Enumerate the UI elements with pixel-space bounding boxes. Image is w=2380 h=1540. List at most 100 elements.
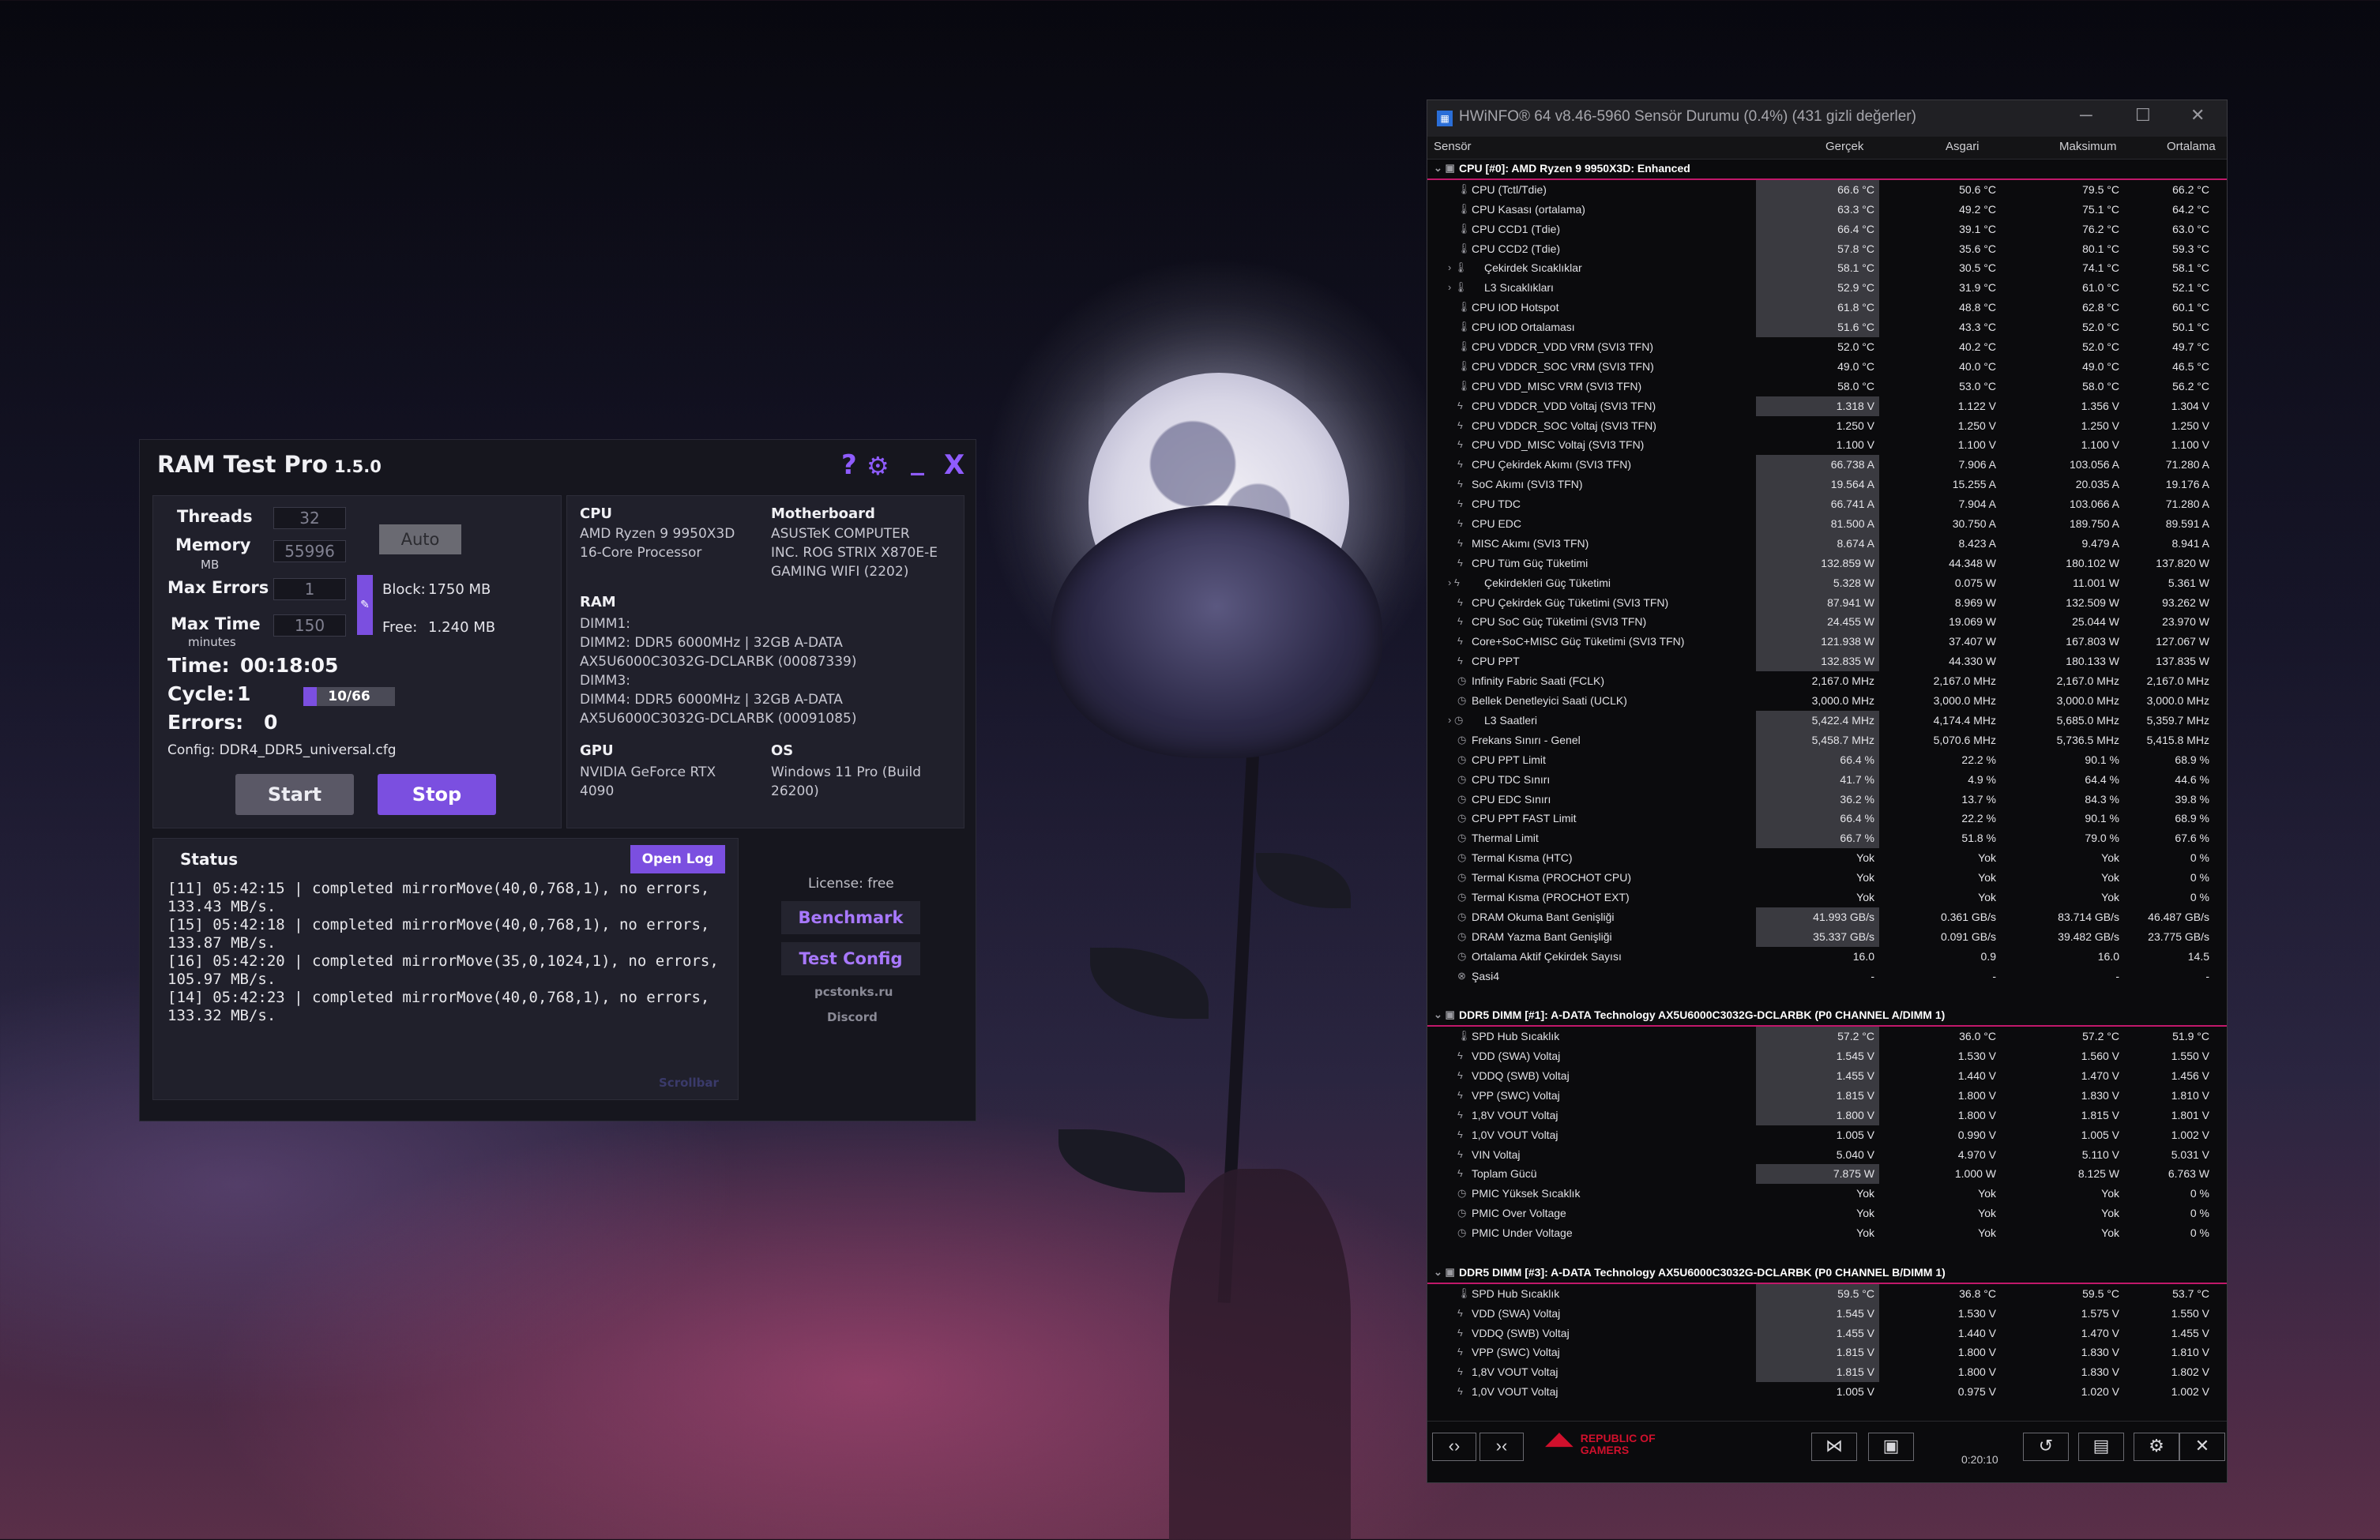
sensor-value-avg: 1.456 V: [2171, 1069, 2209, 1082]
sensor-row[interactable]: ◷ PMIC Under Voltage Yok Yok Yok 0 %: [1427, 1223, 2227, 1243]
chevron-down-icon[interactable]: ⌄ ▣: [1434, 159, 1455, 178]
sensor-row[interactable]: ◷ Bellek Denetleyici Saati (UCLK) 3,000.0 …: [1427, 691, 2227, 711]
sensor-row[interactable]: › 🌡 Çekirdek Sıcaklıklar 58.1 °C 30.5 °C 74.…: [1427, 258, 2227, 279]
threads-input[interactable]: 32: [273, 507, 346, 529]
sensor-row[interactable]: ◷ CPU EDC Sınırı 36.2 % 13.7 % 84.3 % 39.8 %: [1427, 789, 2227, 809]
share-icon[interactable]: ⋈: [1811, 1433, 1857, 1461]
sensor-row[interactable]: ϟ CPU Çekirdek Güç Tüketimi (SVI3 TFN) 87.…: [1427, 592, 2227, 613]
column-min[interactable]: Asgari: [1946, 140, 1980, 153]
sensor-config-icon[interactable]: ▣: [1868, 1433, 1914, 1461]
sensor-row[interactable]: ◷ CPU TDC Sınırı 41.7 % 4.9 % 64.4 % 44.6 %: [1427, 769, 2227, 790]
column-avg[interactable]: Ortalama: [2167, 140, 2216, 153]
sensor-row[interactable]: 🌡 CPU VDDCR_VDD VRM (SVI3 TFN) 52.0 °C 40.2…: [1427, 337, 2227, 357]
sensor-row[interactable]: ϟ CPU EDC 81.500 A 30.750 A 189.750 A 89.591 …: [1427, 514, 2227, 534]
log-file-icon[interactable]: ▤: [2078, 1433, 2124, 1461]
sensor-row[interactable]: 🌡 CPU IOD Ortalaması 51.6 °C 43.3 °C 52.0 °C…: [1427, 317, 2227, 338]
sensor-row[interactable]: ϟ CPU Tüm Güç Tüketimi 132.859 W 44.348 W 18…: [1427, 553, 2227, 573]
stop-button[interactable]: Stop: [378, 774, 496, 815]
start-button[interactable]: Start: [235, 774, 354, 815]
open-log-button[interactable]: Open Log: [630, 845, 725, 873]
minimize-icon[interactable]: ─: [2080, 105, 2092, 126]
sensor-row[interactable]: › ◷ L3 Saatleri 5,422.4 MHz 4,174.4 MHz 5,68…: [1427, 710, 2227, 731]
sensor-row[interactable]: ◷ PMIC Yüksek Sıcaklık Yok Yok Yok 0 %: [1427, 1184, 2227, 1204]
edit-icon[interactable]: ✎: [357, 575, 373, 635]
maximize-icon[interactable]: ☐: [2135, 105, 2151, 126]
sensor-row[interactable]: ◷ PMIC Over Voltage Yok Yok Yok 0 %: [1427, 1204, 2227, 1223]
sensor-row[interactable]: › 🌡 L3 Sıcaklıkları 52.9 °C 31.9 °C 61.0 °C 5…: [1427, 278, 2227, 299]
test-config-button[interactable]: Test Config: [781, 942, 920, 975]
sensor-row[interactable]: ◷ DRAM Okuma Bant Genişliği 41.993 GB/s 0.3…: [1427, 907, 2227, 927]
memory-input[interactable]: 55996: [273, 540, 346, 562]
chevron-down-icon[interactable]: ⌄ ▣: [1434, 1005, 1455, 1025]
nav-right-icon[interactable]: ›‹: [1480, 1433, 1524, 1461]
sensor-row[interactable]: ϟ Core+SoC+MISC Güç Tüketimi (SVI3 TFN) 12…: [1427, 632, 2227, 652]
max-errors-input[interactable]: 1: [273, 578, 346, 600]
sensor-row[interactable]: ◷ CPU PPT FAST Limit 66.4 % 22.2 % 90.1 % 68.…: [1427, 809, 2227, 829]
sensor-row[interactable]: ◷ Infinity Fabric Saati (FCLK) 2,167.0 MHz…: [1427, 671, 2227, 691]
sensor-row[interactable]: ϟ VPP (SWC) Voltaj 1.815 V 1.800 V 1.830 V 1.…: [1427, 1343, 2227, 1363]
sensor-row[interactable]: ◷ CPU PPT Limit 66.4 % 22.2 % 90.1 % 68.9 %: [1427, 749, 2227, 770]
minimize-button[interactable]: _: [911, 445, 924, 476]
close-button[interactable]: X: [944, 449, 964, 481]
sensor-row[interactable]: ϟ VDDQ (SWB) Voltaj 1.455 V 1.440 V 1.470 V 1…: [1427, 1323, 2227, 1343]
sensor-row[interactable]: ϟ SoC Akımı (SVI3 TFN) 19.564 A 15.255 A 20.…: [1427, 475, 2227, 495]
sensor-row[interactable]: ϟ CPU VDDCR_SOC Voltaj (SVI3 TFN) 1.250 V 1…: [1427, 416, 2227, 436]
website-link[interactable]: pcstonks.ru: [814, 985, 893, 999]
sensor-row[interactable]: ϟ CPU TDC 66.741 A 7.904 A 103.066 A 71.280 A: [1427, 494, 2227, 515]
sensor-row[interactable]: 🌡 CPU IOD Hotspot 61.8 °C 48.8 °C 62.8 °C 60.…: [1427, 298, 2227, 318]
sensor-row[interactable]: ϟ CPU VDD_MISC Voltaj (SVI3 TFN) 1.100 V 1.…: [1427, 435, 2227, 455]
discord-link[interactable]: Discord: [827, 1010, 878, 1024]
sensor-row[interactable]: ϟ Toplam Gücü 7.875 W 1.000 W 8.125 W 6.763 W: [1427, 1164, 2227, 1185]
sensor-row[interactable]: ϟ CPU Çekirdek Akımı (SVI3 TFN) 66.738 A 7.…: [1427, 455, 2227, 475]
sensor-row[interactable]: ϟ VDD (SWA) Voltaj 1.545 V 1.530 V 1.575 V 1.…: [1427, 1303, 2227, 1324]
sensor-row[interactable]: ϟ CPU PPT 132.835 W 44.330 W 180.133 W 137.83…: [1427, 652, 2227, 672]
sensor-row[interactable]: ϟ VDDQ (SWB) Voltaj 1.455 V 1.440 V 1.470 V 1…: [1427, 1065, 2227, 1086]
sensor-row[interactable]: ϟ CPU VDDCR_VDD Voltaj (SVI3 TFN) 1.318 V 1…: [1427, 396, 2227, 416]
sensor-row[interactable]: ◷ Termal Kısma (HTC) Yok Yok Yok 0 %: [1427, 848, 2227, 868]
benchmark-button[interactable]: Benchmark: [781, 901, 920, 934]
sensor-row[interactable]: ⊗ Şasi4 - - - -: [1427, 967, 2227, 986]
nav-left-icon[interactable]: ‹›: [1432, 1433, 1476, 1461]
sensor-row[interactable]: 🌡 CPU (Tctl/Tdie) 66.6 °C 50.6 °C 79.5 °C 66.…: [1427, 179, 2227, 200]
settings-icon[interactable]: ⚙: [2134, 1433, 2179, 1461]
scrollbar[interactable]: Scrollbar: [659, 1076, 719, 1090]
sensor-row[interactable]: 🌡 CPU CCD1 (Tdie) 66.4 °C 39.1 °C 76.2 °C 63.…: [1427, 219, 2227, 239]
sensor-row[interactable]: ◷ Termal Kısma (PROCHOT CPU) Yok Yok Yok 0 %: [1427, 868, 2227, 888]
chevron-down-icon[interactable]: ⌄ ▣: [1434, 1263, 1455, 1283]
sensor-row[interactable]: ϟ 1,8V VOUT Voltaj 1.800 V 1.800 V 1.815 V 1.…: [1427, 1105, 2227, 1125]
sensor-row[interactable]: ϟ 1,8V VOUT Voltaj 1.815 V 1.800 V 1.830 V 1.…: [1427, 1362, 2227, 1383]
column-max[interactable]: Maksimum: [2059, 140, 2117, 153]
sensor-row[interactable]: 🌡 CPU CCD2 (Tdie) 57.8 °C 35.6 °C 80.1 °C 59.…: [1427, 239, 2227, 259]
sensor-row[interactable]: ϟ 1,0V VOUT Voltaj 1.005 V 0.975 V 1.020 V 1.…: [1427, 1382, 2227, 1402]
sensor-row[interactable]: 🌡 CPU VDDCR_SOC VRM (SVI3 TFN) 49.0 °C 40.0…: [1427, 357, 2227, 377]
sensor-group-row[interactable]: ⌄ ▣ DDR5 DIMM [#3]: A-DATA Technology AX5…: [1427, 1263, 2227, 1284]
sensor-row[interactable]: ϟ VDD (SWA) Voltaj 1.545 V 1.530 V 1.560 V 1.…: [1427, 1046, 2227, 1066]
sensor-row[interactable]: ϟ VIN Voltaj 5.040 V 4.970 V 5.110 V 5.031 V: [1427, 1145, 2227, 1165]
auto-button[interactable]: Auto: [379, 524, 461, 554]
column-current[interactable]: Gerçek: [1825, 140, 1863, 153]
sensor-row[interactable]: 🌡 CPU Kasası (ortalama) 63.3 °C 49.2 °C 75.1…: [1427, 199, 2227, 220]
close-sensors-icon[interactable]: ✕: [2179, 1433, 2225, 1461]
help-icon[interactable]: ?: [841, 449, 857, 481]
sensor-row[interactable]: ◷ Termal Kısma (PROCHOT EXT) Yok Yok Yok 0 %: [1427, 888, 2227, 907]
sensor-row[interactable]: ϟ MISC Akımı (SVI3 TFN) 8.674 A 8.423 A 9.47…: [1427, 533, 2227, 554]
reset-clock-icon[interactable]: ↺: [2023, 1433, 2069, 1461]
close-icon[interactable]: ✕: [2190, 105, 2205, 126]
sensor-group-row[interactable]: ⌄ ▣ CPU [#0]: AMD Ryzen 9 9950X3D: Enhanc…: [1427, 159, 2227, 180]
sensor-row[interactable]: ◷ DRAM Yazma Bant Genişliği 35.337 GB/s 0.0…: [1427, 926, 2227, 947]
column-sensor[interactable]: Sensör: [1434, 140, 1472, 153]
sensor-row[interactable]: ϟ CPU SoC Güç Tüketimi (SVI3 TFN) 24.455 W…: [1427, 612, 2227, 633]
sensor-group-row[interactable]: ⌄ ▣ DDR5 DIMM [#1]: A-DATA Technology AX5…: [1427, 1005, 2227, 1027]
gear-icon[interactable]: ⚙: [867, 451, 889, 481]
sensor-row[interactable]: 🌡 CPU VDD_MISC VRM (SVI3 TFN) 58.0 °C 53.0 …: [1427, 377, 2227, 396]
sensor-row[interactable]: ϟ VPP (SWC) Voltaj 1.815 V 1.800 V 1.830 V 1.…: [1427, 1085, 2227, 1106]
sensor-row[interactable]: 🌡 SPD Hub Sıcaklık 59.5 °C 36.8 °C 59.5 °C 53…: [1427, 1283, 2227, 1304]
sensor-row[interactable]: ◷ Thermal Limit 66.7 % 51.8 % 79.0 % 67.6 %: [1427, 828, 2227, 849]
sensor-row[interactable]: ϟ 1,0V VOUT Voltaj 1.005 V 0.990 V 1.005 V 1.…: [1427, 1125, 2227, 1145]
sensor-value-current: 1.800 V: [1756, 1105, 1879, 1125]
sensor-row[interactable]: 🌡 SPD Hub Sıcaklık 57.2 °C 36.0 °C 57.2 °C 51…: [1427, 1027, 2227, 1047]
sensor-row[interactable]: › ϟ Çekirdekleri Güç Tüketimi 5.328 W 0.075…: [1427, 573, 2227, 593]
sensor-row[interactable]: ◷ Frekans Sınırı - Genel 5,458.7 MHz 5,070.…: [1427, 730, 2227, 750]
sensor-row[interactable]: ◷ Ortalama Aktif Çekirdek Sayısı 16.0 0.9 16…: [1427, 947, 2227, 967]
max-time-input[interactable]: 150: [273, 614, 346, 637]
